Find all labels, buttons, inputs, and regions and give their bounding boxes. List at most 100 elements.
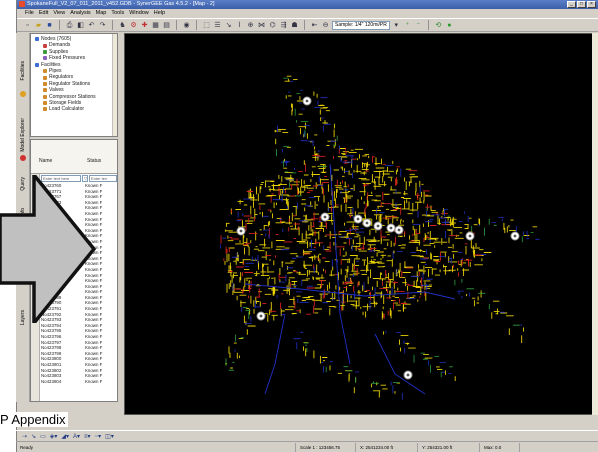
status-message: Ready (16, 442, 296, 452)
minimize-button[interactable]: _ (567, 1, 576, 8)
info-icon[interactable]: ◉ (182, 21, 191, 30)
gate-station-marker-center (356, 217, 360, 221)
tree-node-icon (43, 49, 47, 54)
trace-icon[interactable]: ⌬ (268, 21, 277, 30)
select-icon[interactable]: ⬚ (202, 21, 211, 30)
undo-icon[interactable]: ↶ (87, 21, 96, 30)
list-item-name: No423804 (41, 378, 62, 384)
menu-analysis[interactable]: Analysis (70, 9, 90, 17)
tree-node-icon (35, 62, 39, 67)
symbol-icon[interactable]: ☗ (290, 21, 299, 30)
main-toolbar: ▫ ▰ ■ ⎙ ◧ ↶ ↷ ♞ ⚙ ✚ ▦ ▤ ◉ ⬚ ☰ ↘ ⌇ ⊕ ⋈ ⌬ … (17, 18, 598, 32)
status-y: Y: 254321.00 ft (418, 442, 480, 452)
column-header-name[interactable]: Name (39, 158, 52, 164)
gate-station-marker-center (389, 226, 393, 230)
status-scale: Scale 1 : 123456.75 (296, 442, 356, 452)
title-bar: SpokaneFull_V2_07_011_2011_v452.GDB - Sy… (17, 0, 598, 9)
menu-window[interactable]: Window (129, 9, 149, 17)
model-explorer-icon (20, 155, 26, 161)
analysis-run-icon[interactable]: ⚙ (129, 21, 138, 30)
facilities-icon (20, 91, 26, 97)
tree-node-icon (43, 88, 47, 93)
print-icon[interactable]: ⎙ (65, 21, 74, 30)
tree-node-icon (43, 94, 47, 99)
gray-right-arrow-icon (0, 175, 96, 323)
list-item[interactable]: No423804 Known F (41, 379, 117, 385)
menu-view[interactable]: View (53, 9, 65, 17)
tree-node-icon (43, 43, 47, 48)
new-icon[interactable]: ▫ (23, 21, 32, 30)
status-extra: Max: 0.0 (480, 442, 520, 452)
refresh-icon[interactable]: ⟲ (434, 21, 443, 30)
map-canvas[interactable] (124, 33, 598, 415)
menu-file[interactable]: File (25, 9, 34, 17)
menu-map[interactable]: Map (96, 9, 107, 17)
menu-bar: File Edit View Analysis Map Tools Window… (17, 9, 598, 17)
draw-fill-icon[interactable]: ◈▾ (50, 433, 58, 440)
open-folder-icon[interactable]: ▰ (34, 21, 43, 30)
find-icon[interactable]: ♞ (118, 21, 127, 30)
layer-icon[interactable]: ☰ (213, 21, 222, 30)
gate-station-marker-center (305, 99, 309, 103)
node-icon[interactable]: ↘ (224, 21, 233, 30)
status-bar: Ready Scale 1 : 123456.75 X: 2541234.00 … (16, 441, 598, 452)
tree-scrollbar[interactable] (112, 34, 117, 136)
preview-icon[interactable]: ◧ (76, 21, 85, 30)
draw-linecolor-icon[interactable]: ◢▾ (61, 433, 69, 440)
zoom-window-icon[interactable]: ⇤ (310, 21, 319, 30)
map-scale-select[interactable]: Sample: 1/4" 120mi/PR (332, 20, 390, 30)
draw-arrow-icon[interactable]: ⇢ (22, 433, 27, 440)
draw-text-icon[interactable]: A▾ (73, 433, 80, 440)
pipe-segments-mains (220, 81, 540, 400)
draw-dash-icon[interactable]: ┄▾ (95, 433, 102, 440)
zoom-out-icon[interactable]: ⁻ (414, 21, 423, 30)
zoom-in-icon[interactable]: ⁺ (403, 21, 412, 30)
pipe-network-map[interactable] (125, 34, 598, 415)
window-title: SpokaneFull_V2_07_011_2011_v452.GDB - Sy… (27, 1, 215, 7)
tree-item-label: Load Calculator (49, 106, 85, 113)
tree-node-icon (43, 101, 47, 106)
draw-3d-icon[interactable]: ◫▾ (105, 433, 114, 440)
draw-line-icon[interactable]: ↘ (31, 433, 36, 440)
app-icon (19, 1, 25, 7)
regulator-icon[interactable]: ⊕ (246, 21, 255, 30)
gate-station-marker-center (323, 215, 327, 219)
draw-shape-icon[interactable]: ▭ (40, 433, 46, 440)
list-item-status: Known F (85, 378, 103, 384)
pipe-segments-misc (225, 77, 534, 384)
column-header-status[interactable]: Status (87, 158, 101, 164)
menu-tools[interactable]: Tools (111, 9, 124, 17)
menu-edit[interactable]: Edit (39, 9, 48, 17)
go-icon[interactable]: ● (445, 21, 454, 30)
status-x: X: 2541234.00 ft (356, 442, 418, 452)
tree-node-icon (43, 56, 47, 61)
tree-node-icon (35, 37, 39, 42)
flow-icon[interactable]: ⇶ (279, 21, 288, 30)
drawing-toolbar: ⇢ ↘ ▭ ◈▾ ◢▾ A▾ ≡▾ ┄▾ ◫▾ (16, 430, 598, 441)
redo-icon[interactable]: ↷ (98, 21, 107, 30)
tab-facilities[interactable]: Facilities (17, 41, 29, 101)
window-controls: _ □ × (567, 1, 596, 8)
gate-station-marker-center (513, 234, 517, 238)
tab-model-explorer[interactable]: Model Explorer (17, 105, 29, 165)
gate-station-marker-center (376, 224, 380, 228)
tree-node-icon (43, 81, 47, 86)
draw-linestyle-icon[interactable]: ≡▾ (84, 433, 91, 440)
gate-station-marker-center (259, 314, 263, 318)
maximize-button[interactable]: □ (577, 1, 586, 8)
tree-item[interactable]: Load Calculator (33, 106, 115, 112)
scale-icon[interactable]: ⊖ (321, 21, 330, 30)
menu-help[interactable]: Help (154, 9, 165, 17)
pipe-icon[interactable]: ⌇ (235, 21, 244, 30)
dropdown-chevron-icon[interactable]: ▾ (392, 21, 401, 30)
tree-node-icon (43, 69, 47, 74)
valve-icon[interactable]: ⋈ (257, 21, 266, 30)
save-icon[interactable]: ■ (45, 21, 54, 30)
tree-node-icon (43, 107, 47, 112)
close-button[interactable]: × (587, 1, 596, 8)
model-icon[interactable]: ✚ (140, 21, 149, 30)
table-icon[interactable]: ▦ (151, 21, 160, 30)
map-vertical-scrollbar[interactable] (592, 33, 598, 415)
report-icon[interactable]: ▤ (162, 21, 171, 30)
gate-station-marker-center (397, 228, 401, 232)
